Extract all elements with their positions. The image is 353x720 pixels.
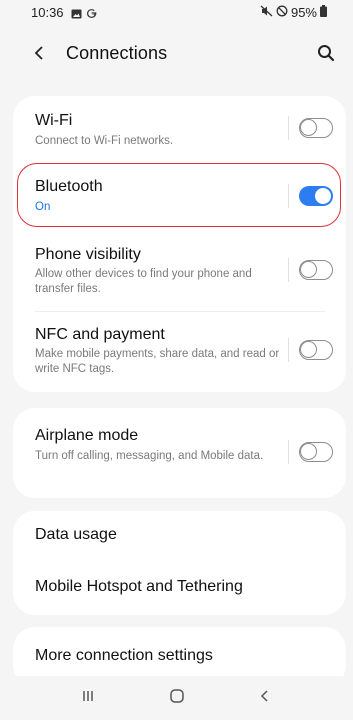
- hotspot-title: Mobile Hotspot and Tethering: [35, 578, 243, 595]
- airplane-card: Airplane mode Turn off calling, messagin…: [13, 408, 346, 498]
- navigation-bar: [0, 676, 353, 720]
- wifi-row[interactable]: Wi-Fi Connect to Wi-Fi networks.: [13, 96, 346, 161]
- toggle-knob: [300, 341, 317, 358]
- battery-icon: [320, 5, 327, 20]
- nfc-toggle[interactable]: [299, 340, 333, 360]
- wifi-title: Wi-Fi: [35, 112, 73, 129]
- more-connection-settings-title: More connection settings: [35, 647, 213, 664]
- airplane-mode-row[interactable]: Airplane mode Turn off calling, messagin…: [13, 408, 346, 498]
- airplane-mode-subtitle: Turn off calling, messaging, and Mobile …: [35, 450, 264, 462]
- google-icon: [86, 6, 97, 24]
- connections-card-main: Wi-Fi Connect to Wi-Fi networks. Bluetoo…: [13, 96, 346, 392]
- back-icon: [259, 688, 271, 709]
- nfc-row[interactable]: NFC and payment Make mobile payments, sh…: [13, 314, 346, 389]
- bluetooth-toggle[interactable]: [299, 186, 333, 206]
- airplane-mode-divider: [288, 440, 289, 464]
- phone-visibility-divider: [288, 258, 289, 282]
- do-not-disturb-icon: [276, 5, 288, 20]
- home-button[interactable]: [165, 688, 189, 708]
- phone-visibility-title: Phone visibility: [35, 246, 141, 263]
- data-usage-title: Data usage: [35, 526, 117, 543]
- nav-back-button[interactable]: [253, 688, 277, 708]
- back-button[interactable]: [24, 40, 54, 70]
- phone-visibility-subtitle: Allow other devices to find your phone a…: [35, 268, 252, 295]
- status-bar: 10:36 95%: [0, 0, 353, 24]
- recent-apps-button[interactable]: [76, 688, 100, 708]
- status-right: 95%: [260, 5, 327, 20]
- phone-visibility-toggle[interactable]: [299, 260, 333, 280]
- bluetooth-title: Bluetooth: [35, 178, 103, 195]
- recent-apps-icon: [81, 689, 95, 708]
- toggle-knob: [300, 261, 317, 278]
- bluetooth-status: On: [35, 201, 51, 213]
- toggle-knob: [300, 119, 317, 136]
- header: Connections: [0, 28, 353, 82]
- airplane-mode-toggle[interactable]: [299, 442, 333, 462]
- data-usage-row[interactable]: Data usage: [13, 511, 346, 563]
- search-button[interactable]: [311, 40, 341, 70]
- airplane-mode-title: Airplane mode: [35, 427, 139, 444]
- wifi-divider: [288, 116, 289, 140]
- status-left-icons: [71, 6, 97, 24]
- wifi-toggle[interactable]: [299, 118, 333, 138]
- data-card: Data usage Mobile Hotspot and Tethering: [13, 511, 346, 615]
- status-time: 10:36: [31, 5, 64, 20]
- phone-visibility-row[interactable]: Phone visibility Allow other devices to …: [13, 236, 346, 308]
- mute-icon: [260, 5, 273, 20]
- hotspot-row[interactable]: Mobile Hotspot and Tethering: [13, 563, 346, 615]
- bluetooth-row[interactable]: Bluetooth On: [13, 166, 346, 226]
- bluetooth-divider: [288, 184, 289, 208]
- row-divider: [35, 311, 325, 312]
- gallery-icon: [71, 6, 82, 24]
- wifi-subtitle: Connect to Wi-Fi networks.: [35, 135, 174, 147]
- nfc-subtitle: Make mobile payments, share data, and re…: [35, 348, 280, 375]
- nfc-title: NFC and payment: [35, 326, 165, 343]
- chevron-left-icon: [33, 45, 45, 66]
- toggle-knob: [300, 443, 317, 460]
- home-icon: [169, 688, 185, 709]
- battery-percentage: 95%: [290, 5, 317, 20]
- toggle-knob: [314, 187, 332, 205]
- search-icon: [317, 44, 335, 67]
- page-title: Connections: [66, 43, 168, 63]
- nfc-divider: [288, 338, 289, 362]
